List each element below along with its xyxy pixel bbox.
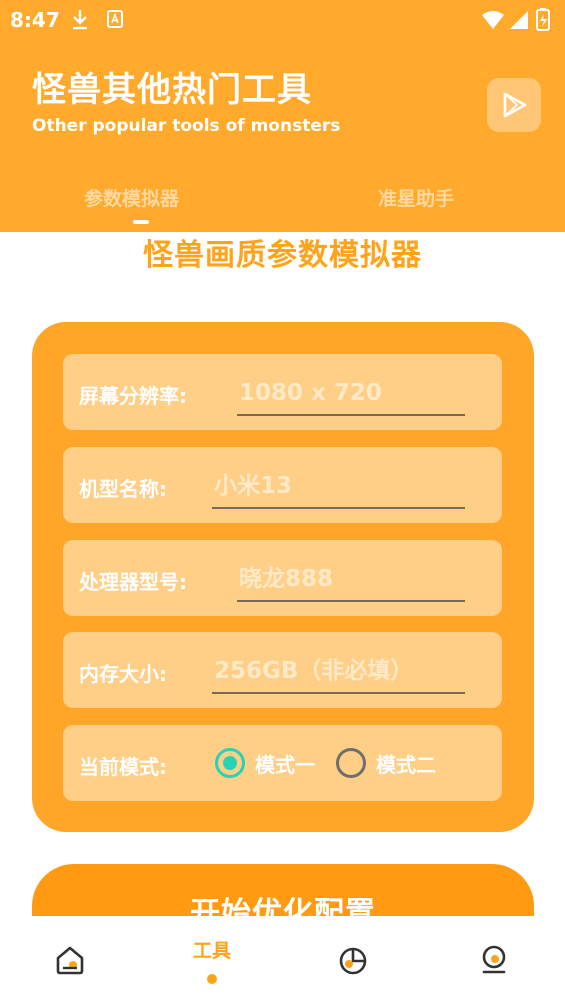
mode-label: 当前模式: [79,755,167,779]
nav-active-dot [207,974,217,984]
nav-item-profile[interactable] [454,916,534,1004]
nav-tools-label: 工具 [192,940,231,962]
processor-input[interactable] [237,558,465,602]
tab-indicator [133,220,149,224]
mode-one-radio[interactable]: 模式一 [215,747,315,779]
resolution-label: 屏幕分辨率: [79,384,187,408]
pie-chart-icon [339,947,367,975]
header-subtitle: Other popular tools of monsters [32,116,341,136]
header: 8:47 怪兽其他热门工具 Other popular tools of mon… [0,0,565,232]
mode-row: 当前模式: 模式一 模式二 [63,725,502,801]
processor-label: 处理器型号: [79,570,187,594]
home-icon [56,946,84,975]
status-bar: 8:47 [0,0,565,40]
header-title: 怪兽其他热门工具 [32,70,312,110]
resolution-row: 屏幕分辨率: [63,354,502,430]
tab-crosshair-helper[interactable]: 准星助手 [378,184,454,211]
app-notification-icon [107,10,123,28]
system-status-icons [482,8,550,31]
memory-row: 内存大小: [63,632,502,708]
processor-row: 处理器型号: [63,540,502,616]
download-icon [73,10,87,30]
nav-item-home[interactable] [30,916,110,1004]
play-store-button[interactable] [487,78,541,132]
profile-icon [482,945,506,974]
model-input[interactable] [212,465,465,509]
memory-label: 内存大小: [79,662,167,686]
resolution-input[interactable] [237,372,465,416]
bottom-nav: 工具 [0,916,565,1004]
memory-input[interactable] [212,650,465,694]
tab-param-simulator[interactable]: 参数模拟器 [84,184,179,211]
model-label: 机型名称: [79,477,167,501]
model-row: 机型名称: [63,447,502,523]
nav-item-stats[interactable] [313,916,393,1004]
play-icon [503,92,527,118]
radio-checked-icon [215,748,245,778]
nav-item-tools[interactable]: 工具 [172,916,252,1004]
mode-radio-group: 模式一 模式二 [215,747,495,781]
page-title: 怪兽画质参数模拟器 [143,238,422,273]
mode-one-label: 模式一 [255,752,315,777]
mode-two-label: 模式二 [376,752,436,777]
status-time: 8:47 [10,8,60,32]
app-screen: 8:47 怪兽其他热门工具 Other popular tools of mon… [0,0,565,1004]
radio-unchecked-icon [336,748,366,778]
mode-two-radio[interactable]: 模式二 [336,747,436,779]
params-form-card: 屏幕分辨率: 机型名称: 处理器型号: 内存大小: 当前模式: 模式一 [32,322,534,832]
